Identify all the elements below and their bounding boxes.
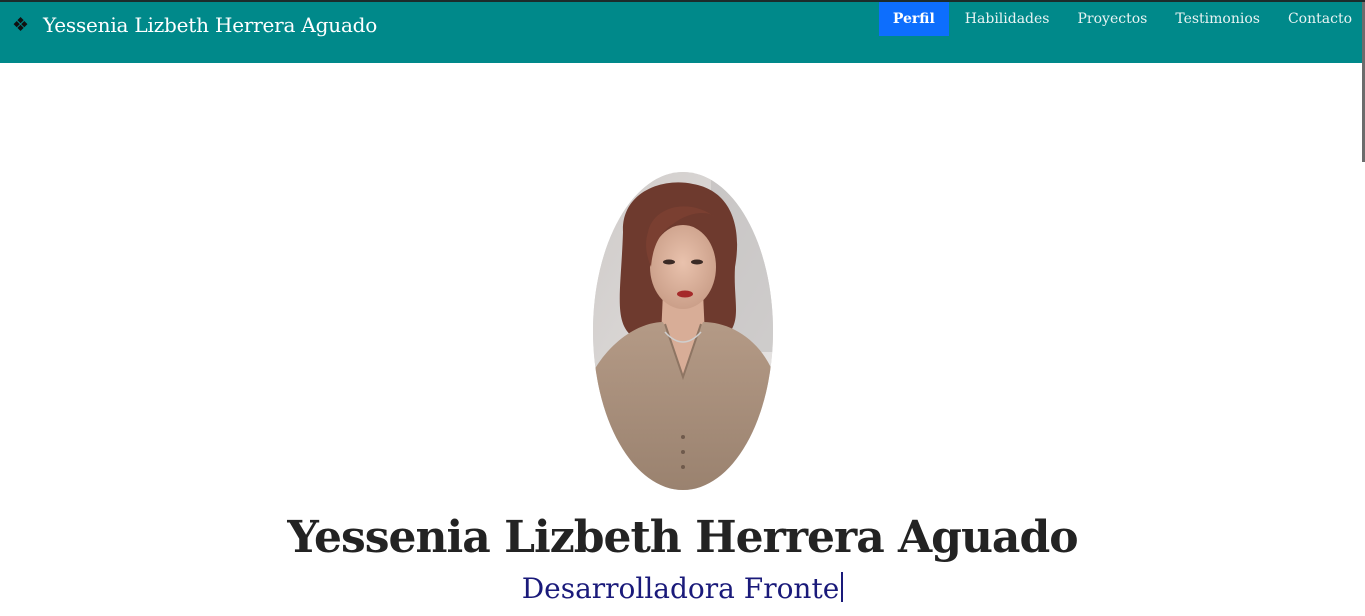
brand[interactable]: ❖ Yessenia Lizbeth Herrera Aguado (12, 12, 377, 38)
nav-item-perfil[interactable]: Perfil (878, 2, 949, 36)
typing-caret (841, 572, 844, 602)
nav-item-proyectos[interactable]: Proyectos (1064, 2, 1162, 36)
hero-role: Desarrolladora Fronte (521, 572, 840, 605)
nav-item-habilidades[interactable]: Habilidades (951, 2, 1064, 36)
main-nav: Perfil Habilidades Proyectos Testimonios… (878, 2, 1365, 36)
nav-item-testimonios[interactable]: Testimonios (1161, 2, 1274, 36)
diamond-ornament-icon: ❖ (12, 14, 30, 36)
top-navbar: ❖ Yessenia Lizbeth Herrera Aguado Perfil… (0, 0, 1365, 63)
nav-item-contacto[interactable]: Contacto (1274, 2, 1365, 36)
profile-photo (593, 172, 773, 490)
brand-name[interactable]: Yessenia Lizbeth Herrera Aguado (43, 12, 377, 38)
hero-role-line: Desarrolladora Fronte (0, 572, 1365, 605)
hero-name: Yessenia Lizbeth Herrera Aguado (287, 512, 1078, 563)
